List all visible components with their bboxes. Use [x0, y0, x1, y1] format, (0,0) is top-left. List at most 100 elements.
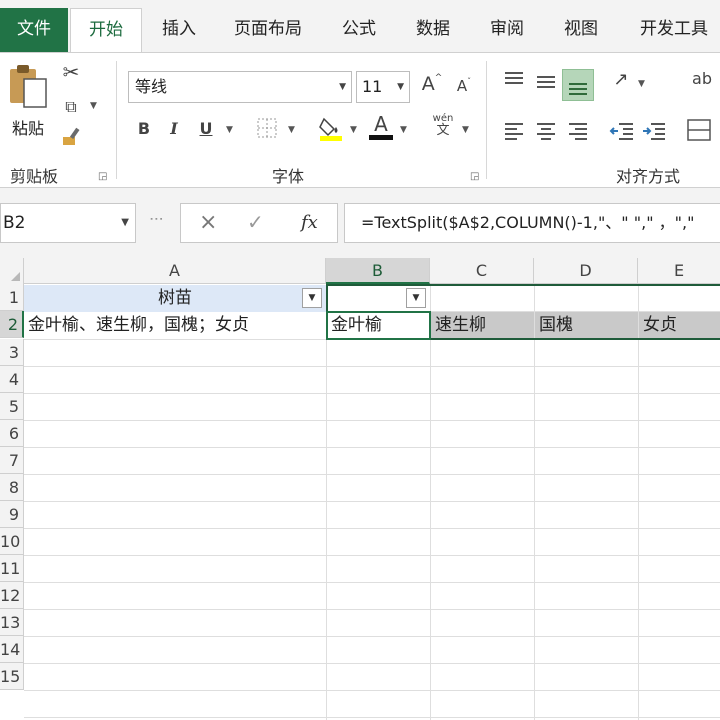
row-header-4[interactable]: 4 — [0, 366, 24, 393]
clipboard-group-label: 剪贴板 — [10, 167, 59, 186]
grow-font-button[interactable]: A^ — [420, 73, 444, 95]
font-name-select[interactable]: 等线 ▼ — [128, 71, 352, 103]
row-header-2[interactable]: 2 — [0, 311, 24, 338]
cell-e2[interactable]: 女贞 — [639, 312, 720, 339]
align-top-icon[interactable] — [500, 69, 528, 97]
chevron-down-icon: ▼ — [121, 217, 129, 228]
row-header-15[interactable]: 15 — [0, 663, 24, 690]
font-color-button[interactable]: A — [368, 113, 394, 141]
align-left-icon[interactable] — [500, 119, 528, 147]
italic-button[interactable]: I — [164, 119, 184, 138]
row-header-13[interactable]: 13 — [0, 609, 24, 636]
column-header-a[interactable]: A — [24, 258, 326, 284]
tab-file[interactable]: 文件 — [0, 8, 68, 52]
tab-formulas[interactable]: 公式 — [330, 8, 388, 52]
wrap-text-label: ab — [692, 69, 712, 88]
tab-insert[interactable]: 插入 — [150, 8, 208, 52]
filter-dropdown-icon[interactable]: ▼ — [406, 288, 426, 308]
row-header-6[interactable]: 6 — [0, 420, 24, 447]
align-bottom-icon[interactable] — [562, 69, 594, 101]
tab-home[interactable]: 开始 — [70, 8, 142, 52]
row-header-11[interactable]: 11 — [0, 555, 24, 582]
row-header-1[interactable]: 1 — [0, 284, 24, 311]
formula-input[interactable]: =TextSplit($A$2,COLUMN()-1,"、" "," ，"," — [344, 203, 720, 243]
enter-icon[interactable]: ✓ — [247, 210, 264, 234]
group-divider — [486, 61, 487, 179]
phonetic-guide-button[interactable]: wén 文 — [430, 113, 456, 143]
tab-view[interactable]: 视图 — [552, 8, 610, 52]
tab-review[interactable]: 审阅 — [478, 8, 536, 52]
font-color-dropdown-icon[interactable]: ▼ — [400, 125, 407, 135]
font-size-select[interactable]: 11 ▼ — [356, 71, 410, 103]
cell-d2[interactable]: 国槐 — [535, 312, 638, 339]
align-right-icon[interactable] — [564, 119, 592, 147]
column-header-row: A B C D E — [0, 258, 720, 284]
row-header-10[interactable]: 10 — [0, 528, 24, 555]
cut-icon[interactable]: ✂ — [60, 61, 82, 83]
cell-b2[interactable]: 金叶榆 — [327, 312, 430, 339]
group-divider — [116, 61, 117, 179]
align-middle-icon[interactable] — [532, 69, 560, 97]
cancel-icon[interactable]: × — [199, 210, 217, 235]
underline-button[interactable]: U — [196, 119, 216, 138]
column-header-c[interactable]: C — [430, 258, 534, 284]
insert-function-icon[interactable]: fx — [301, 212, 318, 233]
worksheet-grid[interactable]: A B C D E 1 2 3 4 5 6 7 8 9 10 11 12 13 … — [0, 258, 720, 720]
gridline — [24, 717, 720, 718]
copy-icon[interactable]: ⧉ — [58, 97, 84, 117]
align-center-icon[interactable] — [532, 119, 560, 147]
phonetic-dropdown-icon[interactable]: ▼ — [462, 125, 469, 135]
name-box[interactable]: B2 ▼ — [0, 203, 136, 243]
row-header-12[interactable]: 12 — [0, 582, 24, 609]
tab-data[interactable]: 数据 — [404, 8, 462, 52]
row-header-7[interactable]: 7 — [0, 447, 24, 474]
column-header-e[interactable]: E — [638, 258, 720, 284]
tab-page-layout[interactable]: 页面布局 — [222, 8, 314, 52]
gridline — [24, 474, 720, 475]
gridline — [24, 366, 720, 367]
cell-c2[interactable]: 速生柳 — [431, 312, 534, 339]
tab-developer[interactable]: 开发工具 — [628, 8, 720, 52]
formula-bar-splitter-icon[interactable]: ⋮ — [148, 212, 164, 224]
paste-icon — [10, 65, 47, 108]
increase-indent-icon[interactable] — [640, 119, 668, 147]
row-header-3[interactable]: 3 — [0, 339, 24, 366]
wrap-text-button[interactable]: ab — [684, 69, 720, 97]
font-dialog-launcher-icon[interactable]: ◲ — [470, 171, 479, 182]
row-header-9[interactable]: 9 — [0, 501, 24, 528]
gridline — [534, 284, 535, 720]
column-header-b[interactable]: B — [326, 258, 430, 284]
merge-center-icon[interactable] — [684, 117, 714, 147]
border-dropdown-icon[interactable]: ▼ — [288, 125, 295, 135]
select-all-button[interactable] — [0, 258, 24, 284]
row-header-14[interactable]: 14 — [0, 636, 24, 663]
border-icon[interactable] — [256, 117, 278, 139]
column-header-d[interactable]: D — [534, 258, 638, 284]
cell-a2[interactable]: 金叶榆、速生柳，国槐；女贞 — [24, 312, 326, 339]
gridline — [430, 284, 431, 720]
shrink-font-label: A — [456, 77, 468, 95]
row-header-8[interactable]: 8 — [0, 474, 24, 501]
formula-bar: B2 ▼ ⋮ × ✓ fx =TextSplit($A$2,COLUMN()-1… — [0, 188, 720, 258]
gridline — [24, 447, 720, 448]
paste-button[interactable]: 粘贴 — [4, 61, 52, 143]
fill-color-icon[interactable] — [318, 115, 344, 141]
underline-dropdown-icon[interactable]: ▼ — [226, 125, 233, 135]
decrease-indent-icon[interactable] — [608, 119, 636, 147]
orientation-dropdown-icon[interactable]: ▼ — [638, 79, 645, 89]
filter-dropdown-icon[interactable]: ▼ — [302, 288, 322, 308]
row-header-5[interactable]: 5 — [0, 393, 24, 420]
phonetic-bottom-label: 文 — [436, 123, 450, 138]
gridline — [24, 690, 720, 691]
fill-color-dropdown-icon[interactable]: ▼ — [350, 125, 357, 135]
bold-button[interactable]: B — [134, 119, 154, 138]
orientation-icon[interactable]: ↗ — [608, 69, 634, 95]
caret-down-icon: ˇ — [467, 77, 472, 86]
paste-label: 粘贴 — [11, 119, 44, 138]
cell-b1[interactable]: ▼ — [327, 285, 430, 312]
clipboard-dialog-launcher-icon[interactable]: ◲ — [98, 171, 107, 182]
shrink-font-button[interactable]: Aˇ — [452, 77, 476, 95]
copy-dropdown-icon[interactable]: ▼ — [90, 101, 97, 111]
cell-a1[interactable]: 树苗 ▼ — [24, 285, 326, 312]
format-painter-icon[interactable] — [60, 125, 84, 147]
